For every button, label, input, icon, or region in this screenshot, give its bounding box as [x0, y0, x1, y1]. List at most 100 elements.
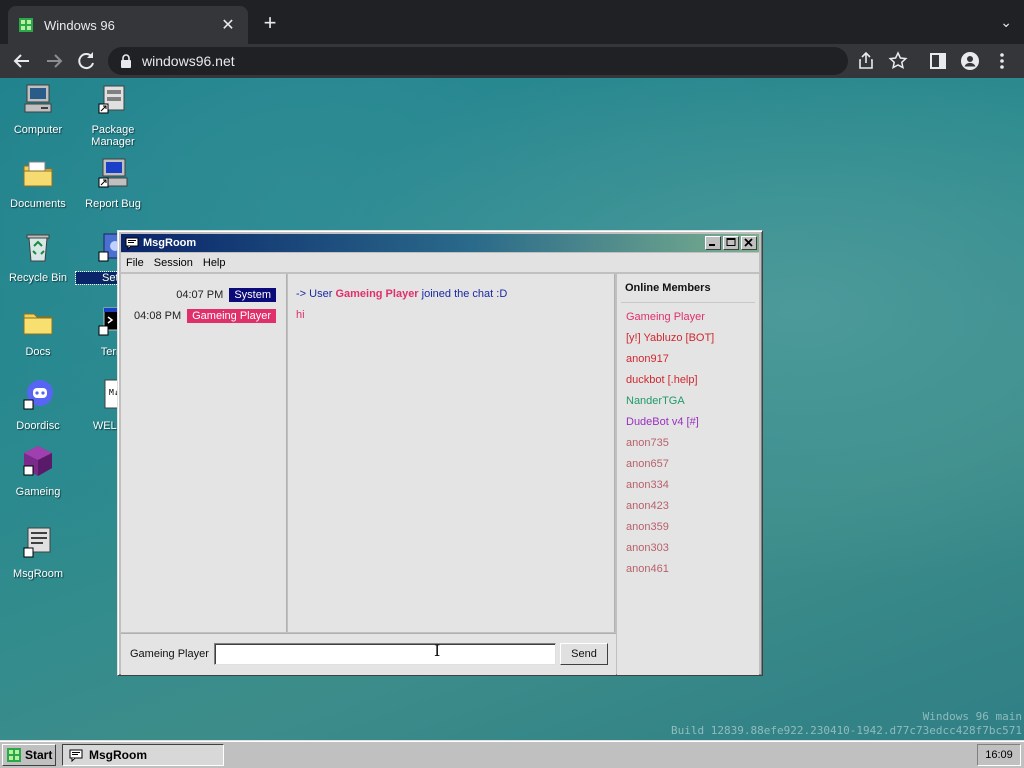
members-divider — [621, 302, 755, 303]
window-title: MsgRoom — [143, 237, 197, 249]
url-text: windows96.net — [142, 53, 235, 69]
message-nick-badge[interactable]: System — [229, 288, 276, 302]
maximize-icon — [726, 238, 736, 246]
browser-menu-kebab-icon[interactable] — [990, 49, 1014, 73]
desktop-icon-report-bug[interactable]: Report Bug — [76, 156, 150, 210]
share-icon[interactable] — [854, 49, 878, 73]
window-menubar: File Session Help — [121, 253, 759, 272]
computer-icon — [24, 84, 52, 113]
member-item[interactable]: anon657 — [626, 458, 669, 470]
docs-folder-icon — [23, 313, 53, 335]
taskbar-item-msgroom[interactable]: MsgRoom — [62, 744, 224, 766]
browser-tabstrip: Windows 96 ✕ + ⌄ — [0, 0, 1024, 44]
desktop-icon-label: MsgRoom — [12, 568, 64, 580]
desktop-icon-msgroom[interactable]: MsgRoom — [1, 526, 75, 580]
desktop-icon-doordisc[interactable]: Doordisc — [1, 378, 75, 432]
member-item[interactable]: anon461 — [626, 563, 669, 575]
member-item[interactable]: anon334 — [626, 479, 669, 491]
member-item[interactable]: duckbot [.help] — [626, 374, 698, 386]
message-meta-row: 04:08 PM Gameing Player — [134, 308, 276, 324]
new-tab-button[interactable]: + — [258, 12, 282, 36]
system-message-suffix: joined the chat :D — [418, 288, 508, 300]
package-manager-icon — [98, 85, 125, 114]
message-input[interactable] — [214, 643, 556, 665]
message-nick-badge[interactable]: Gameing Player — [187, 309, 276, 323]
system-message: -> User Gameing Player joined the chat :… — [296, 288, 507, 300]
send-button[interactable]: Send — [560, 643, 608, 665]
address-bar[interactable]: windows96.net — [108, 47, 848, 75]
message-time: 04:07 PM — [176, 289, 224, 301]
taskbar: Start MsgRoom 16:09 — [0, 740, 1024, 768]
side-panel-icon[interactable] — [926, 49, 950, 73]
doordisc-icon — [23, 380, 53, 410]
member-item[interactable]: anon735 — [626, 437, 669, 449]
menu-session[interactable]: Session — [149, 257, 198, 269]
minimize-icon — [709, 244, 715, 246]
lock-icon — [121, 54, 131, 68]
member-item[interactable]: [y!] Yabluzo [BOT] — [626, 332, 714, 344]
browser-toolbar: windows96.net — [0, 44, 1024, 78]
desktop-icon-package-manager[interactable]: Package Manager — [76, 82, 150, 148]
desktop-icon-label: Recycle Bin — [8, 272, 68, 284]
desktop-icon-label: Report Bug — [85, 198, 141, 210]
online-members-heading: Online Members — [625, 282, 711, 294]
browser-tab[interactable]: Windows 96 ✕ — [8, 6, 248, 44]
chat-message: hi — [296, 309, 305, 321]
desktop-icon-label: Doordisc — [16, 420, 60, 432]
minimize-button[interactable] — [705, 236, 721, 250]
start-logo-icon — [7, 748, 21, 762]
window-titlebar[interactable]: MsgRoom — [121, 234, 759, 252]
taskbar-clock: 16:09 — [977, 744, 1021, 766]
member-item[interactable]: DudeBot v4 [#] — [626, 416, 699, 428]
tab-search-chevron-icon[interactable]: ⌄ — [1000, 14, 1012, 31]
text-cursor-icon: I — [434, 641, 441, 660]
windows96-favicon-icon — [19, 18, 33, 32]
profile-avatar-icon[interactable] — [958, 49, 982, 73]
desktop-icon-gameing[interactable]: Gameing — [1, 444, 75, 498]
recycle-bin-icon — [26, 234, 50, 262]
member-item[interactable]: anon303 — [626, 542, 669, 554]
member-item[interactable]: anon423 — [626, 500, 669, 512]
tab-close-icon[interactable]: ✕ — [218, 15, 238, 35]
msgroom-title-icon — [125, 237, 139, 250]
bookmark-star-icon[interactable] — [886, 49, 910, 73]
forward-arrow-icon[interactable] — [42, 49, 66, 73]
desktop-icon-label: Computer — [13, 124, 63, 136]
msgroom-task-icon — [69, 749, 83, 762]
desktop-icon-computer[interactable]: Computer — [1, 82, 75, 136]
member-item[interactable]: anon917 — [626, 353, 669, 365]
desktop-icon-label: Documents — [10, 198, 66, 210]
desktop: Computer Package Manager Documents Repor… — [0, 78, 1024, 740]
member-item[interactable]: NanderTGA — [626, 395, 685, 407]
msgroom-icon — [23, 527, 51, 558]
message-time: 04:08 PM — [134, 310, 182, 322]
system-message-prefix: -> User — [296, 288, 336, 300]
member-item[interactable]: Gameing Player — [626, 311, 705, 323]
desktop-icon-label: Package Manager — [91, 124, 135, 148]
reload-icon[interactable] — [74, 49, 98, 73]
documents-folder-icon — [23, 161, 53, 187]
message-meta-pane: 04:07 PM System 04:08 PM Gameing Player — [121, 274, 287, 632]
close-icon — [744, 238, 753, 247]
desktop-icon-documents[interactable]: Documents — [1, 156, 75, 210]
watermark-line-2: Build 12839.88efe922.230410-1942.d77c73e… — [671, 724, 1022, 737]
desktop-icon-recycle-bin[interactable]: Recycle Bin — [1, 230, 75, 284]
menu-help[interactable]: Help — [198, 257, 231, 269]
desktop-icon-docs[interactable]: Docs — [1, 304, 75, 358]
current-nick-label[interactable]: Gameing Player — [130, 648, 209, 660]
chat-input-bar: Gameing Player I Send — [121, 633, 616, 675]
member-item[interactable]: anon359 — [626, 521, 669, 533]
start-button[interactable]: Start — [2, 744, 56, 766]
menu-file[interactable]: File — [121, 257, 149, 269]
system-message-user: Gameing Player — [335, 288, 419, 300]
back-arrow-icon[interactable] — [10, 49, 34, 73]
desktop-icon-label: Docs — [25, 346, 51, 358]
close-button[interactable] — [741, 236, 757, 250]
gameing-cube-icon — [23, 446, 52, 476]
report-bug-icon — [98, 158, 128, 188]
maximize-button[interactable] — [723, 236, 739, 250]
msgroom-window: MsgRoom File Session Help 04:07 PM Syste… — [117, 230, 763, 676]
start-label: Start — [25, 748, 53, 762]
watermark-line-1: Windows 96 main — [922, 710, 1022, 723]
message-meta-row: 04:07 PM System — [176, 287, 276, 303]
